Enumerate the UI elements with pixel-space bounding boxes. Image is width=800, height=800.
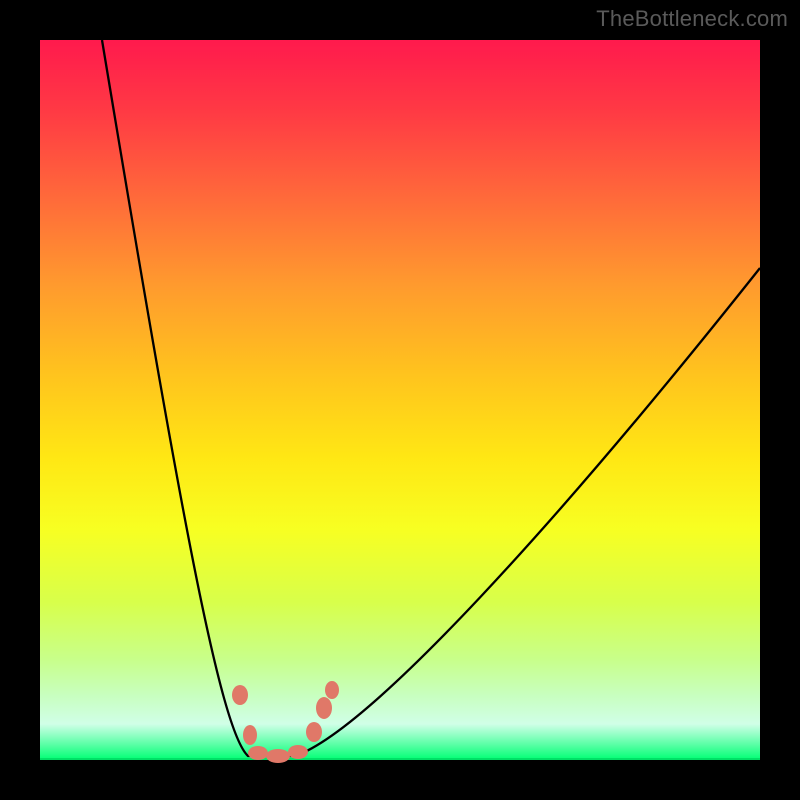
chart-frame: TheBottleneck.com (0, 0, 800, 800)
watermark-label: TheBottleneck.com (596, 6, 788, 32)
curve-marker (316, 697, 332, 719)
marker-group (232, 681, 339, 763)
curve-marker (243, 725, 257, 745)
curve-marker (306, 722, 322, 742)
plot-area (40, 40, 760, 760)
bottleneck-curve (102, 40, 760, 756)
curve-layer (40, 40, 760, 760)
curve-marker (325, 681, 339, 699)
curve-marker (288, 745, 308, 759)
curve-marker (232, 685, 248, 705)
curve-marker (248, 746, 268, 760)
curve-marker (266, 749, 290, 763)
